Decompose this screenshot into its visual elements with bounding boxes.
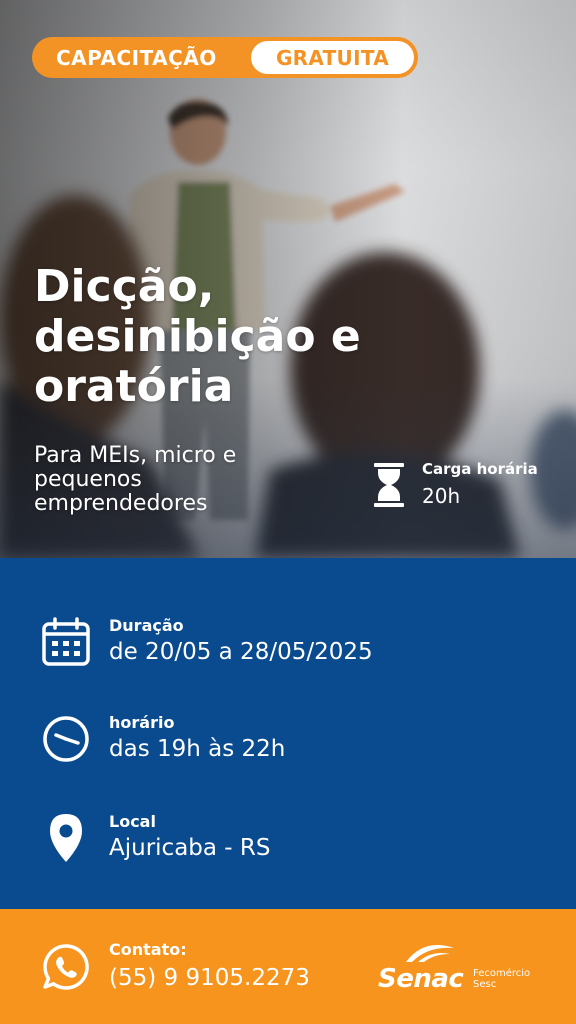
contact-label: Contato: bbox=[109, 940, 187, 959]
schedule-label: horário bbox=[109, 713, 175, 732]
hourglass-icon bbox=[374, 463, 404, 507]
duration-row: Duração de 20/05 a 28/05/2025 bbox=[40, 616, 540, 676]
logo-org: Fecomércio Sesc bbox=[473, 968, 530, 990]
location-row: Local Ajuricaba - RS bbox=[40, 812, 540, 872]
badge-left-text: CAPACITAÇÃO bbox=[56, 45, 217, 70]
free-course-badge: CAPACITAÇÃO GRATUITA bbox=[32, 37, 418, 78]
calendar-icon bbox=[42, 617, 90, 666]
location-value: Ajuricaba - RS bbox=[109, 835, 271, 861]
workload-block: Carga horária 20h bbox=[372, 458, 568, 514]
duration-value: de 20/05 a 28/05/2025 bbox=[109, 639, 373, 665]
schedule-value: das 19h às 22h bbox=[109, 736, 286, 762]
logo-org-line1: Fecomércio bbox=[473, 968, 531, 979]
logo-brand: Senac bbox=[378, 964, 464, 994]
course-subtitle: Para MEIs, micro e pequenos emprendedore… bbox=[34, 443, 237, 516]
location-pin-icon bbox=[50, 814, 82, 862]
badge-right-text: GRATUITA bbox=[251, 41, 414, 74]
contact-phone[interactable]: (55) 9 9105.2273 bbox=[109, 965, 310, 991]
schedule-row: horário das 19h às 22h bbox=[40, 713, 540, 773]
hero-section: CAPACITAÇÃO GRATUITA Dicção, desinibição… bbox=[0, 0, 576, 558]
duration-label: Duração bbox=[109, 616, 184, 635]
clock-icon bbox=[43, 716, 89, 762]
contact-footer: Contato: (55) 9 9105.2273 Senac Fecomérc… bbox=[0, 909, 576, 1024]
workload-label: Carga horária bbox=[422, 460, 538, 478]
course-title: Dicção, desinibição e oratória bbox=[34, 261, 361, 412]
senac-logo: Senac Fecomércio Sesc bbox=[378, 942, 548, 1000]
senac-swoosh-icon bbox=[406, 945, 454, 962]
location-label: Local bbox=[109, 812, 156, 831]
whatsapp-icon[interactable] bbox=[42, 943, 90, 991]
logo-org-line2: Sesc bbox=[473, 979, 497, 990]
workload-value: 20h bbox=[422, 484, 461, 508]
details-section: Duração de 20/05 a 28/05/2025 horário da… bbox=[0, 558, 576, 909]
